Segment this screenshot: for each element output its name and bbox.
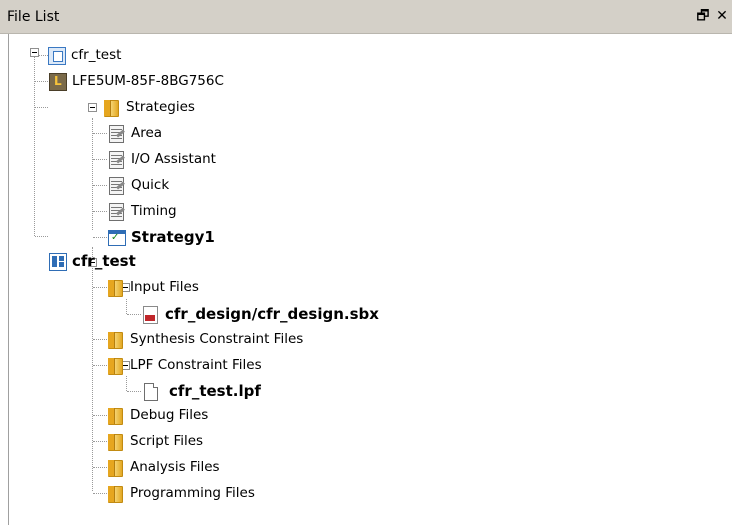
tree-item-strategy-quick[interactable]: Quick	[107, 172, 169, 198]
file-list-panel: File List 🗗 ✕ cfr_test L LFE5UM-85F-8BG7…	[0, 0, 732, 525]
strategy-label: Area	[131, 125, 163, 141]
tree-line	[93, 237, 107, 238]
panel-title: File List	[7, 9, 60, 25]
collapse-toggle[interactable]	[88, 103, 97, 112]
tree-item-programming-files[interactable]: Programming Files	[106, 480, 255, 506]
tree-item-input-files[interactable]: Input Files	[106, 274, 199, 300]
tree-line	[93, 339, 107, 340]
tree-line	[93, 467, 107, 468]
lpf-file-label: cfr_test.lpf	[169, 382, 261, 400]
project-label: cfr_test	[71, 47, 122, 63]
tree-item-device[interactable]: LFE5UM-85F-8BG756C	[48, 68, 224, 94]
implementation-icon	[48, 252, 67, 271]
tree-line	[126, 299, 127, 314]
lpf-folder-label: LPF Constraint Files	[130, 357, 262, 373]
tree-line	[35, 107, 48, 108]
file-tree[interactable]: cfr_test LFE5UM-85F-8BG756C Strategies A…	[0, 34, 732, 525]
float-window-button[interactable]: 🗗	[696, 8, 710, 24]
folder-icon	[106, 432, 124, 451]
tree-line	[126, 376, 127, 391]
script-files-label: Script Files	[130, 433, 204, 449]
folder-icon	[106, 458, 124, 477]
tree-line	[92, 118, 93, 230]
folder-icon	[106, 484, 124, 503]
tree-item-lpf-constraints[interactable]: LPF Constraint Files	[106, 352, 262, 378]
tree-line	[127, 391, 141, 392]
programming-files-label: Programming Files	[130, 485, 255, 501]
strategies-label: Strategies	[126, 99, 195, 115]
tree-line	[35, 236, 48, 237]
close-button[interactable]: ✕	[715, 8, 729, 24]
tree-line	[93, 185, 107, 186]
active-strategy-icon	[107, 228, 126, 246]
tree-item-debug-files[interactable]: Debug Files	[106, 402, 208, 428]
tree-item-sbx-file[interactable]: cfr_design/cfr_design.sbx	[141, 301, 379, 327]
implementation-label: cfr_test	[72, 252, 136, 270]
tree-line	[127, 314, 141, 315]
folder-icon	[102, 98, 120, 117]
tree-line	[93, 415, 107, 416]
debug-files-label: Debug Files	[130, 407, 209, 423]
analysis-files-label: Analysis Files	[130, 459, 220, 475]
strategy-icon	[107, 176, 125, 195]
tree-item-strategy1[interactable]: Strategy1	[107, 224, 215, 250]
strategy-label: Timing	[131, 203, 177, 219]
tree-line	[93, 287, 107, 288]
tree-line	[93, 159, 107, 160]
device-chip-icon	[48, 72, 67, 91]
strategy-icon	[107, 124, 125, 143]
tree-line	[34, 52, 35, 236]
sbx-source-icon	[141, 305, 159, 324]
tree-item-strategy-timing[interactable]: Timing	[107, 198, 177, 224]
tree-item-strategy-io[interactable]: I/O Assistant	[107, 146, 216, 172]
tree-item-synthesis-constraints[interactable]: Synthesis Constraint Files	[106, 326, 303, 352]
folder-icon	[106, 330, 124, 349]
sbx-file-label: cfr_design/cfr_design.sbx	[165, 305, 379, 323]
folder-icon	[106, 356, 124, 375]
tree-line	[93, 493, 107, 494]
strategy-label: I/O Assistant	[131, 151, 216, 167]
panel-titlebar: File List 🗗 ✕	[0, 0, 732, 34]
synthesis-label: Synthesis Constraint Files	[130, 331, 304, 347]
tree-line	[92, 247, 93, 491]
tree-item-analysis-files[interactable]: Analysis Files	[106, 454, 220, 480]
tree-line	[93, 211, 107, 212]
strategy-icon	[107, 150, 125, 169]
tree-item-strategies[interactable]: Strategies	[102, 94, 195, 120]
folder-icon	[106, 406, 124, 425]
tree-item-project[interactable]: cfr_test	[47, 42, 121, 68]
project-icon	[47, 46, 66, 65]
input-files-label: Input Files	[130, 279, 199, 295]
tree-line	[93, 365, 107, 366]
tree-item-implementation[interactable]: cfr_test	[48, 248, 136, 274]
tree-line	[35, 81, 48, 82]
tree-item-strategy-area[interactable]: Area	[107, 120, 162, 146]
tree-line	[93, 441, 107, 442]
strategy-label: Quick	[131, 177, 170, 193]
document-icon	[141, 382, 159, 401]
active-strategy-label: Strategy1	[131, 228, 215, 246]
device-label: LFE5UM-85F-8BG756C	[72, 73, 224, 89]
tree-item-script-files[interactable]: Script Files	[106, 428, 203, 454]
tree-item-lpf-file[interactable]: cfr_test.lpf	[141, 378, 261, 404]
collapse-toggle[interactable]	[30, 48, 39, 57]
folder-icon	[106, 278, 124, 297]
tree-line	[93, 133, 107, 134]
strategy-icon	[107, 202, 125, 221]
